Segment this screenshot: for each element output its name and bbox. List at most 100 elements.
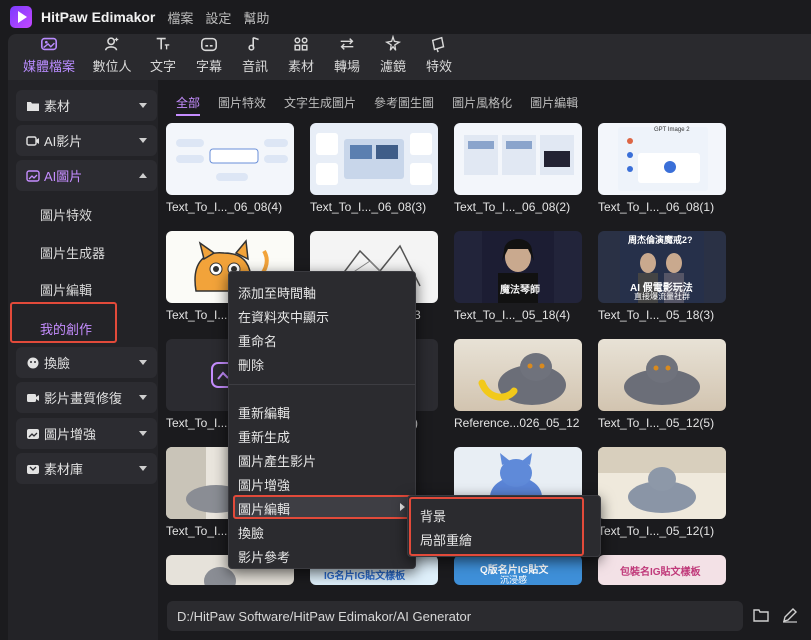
subtitle-icon (201, 37, 217, 52)
menu-file[interactable]: 檔案 (167, 8, 193, 27)
text-icon (156, 37, 170, 50)
highlight-box (409, 497, 584, 556)
thumbnail-caption: Text_To_I..._06_08(1) (598, 200, 715, 214)
infographic-image (464, 135, 574, 175)
infographic-image (316, 133, 432, 185)
menu-delete[interactable]: 刪除 (238, 355, 264, 374)
tool-label: 字幕 (195, 59, 222, 74)
thumbnail[interactable] (454, 339, 582, 411)
tool-filter[interactable]: 濾鏡 (370, 34, 416, 80)
chevron-down-icon (139, 103, 147, 108)
thumbnail-caption: Text_To_I..._06_08(3) (310, 200, 427, 214)
sidebar-item-ai-video[interactable]: AI影片 (16, 125, 157, 156)
output-path-field[interactable]: D:/HitPaw Software/HitPaw Edimakor/AI Ge… (167, 601, 743, 631)
tab-image-effects[interactable]: 圖片特效 (218, 94, 266, 111)
sidebar-item-label: AI影片 (44, 134, 83, 149)
tool-subtitle[interactable]: 字幕 (186, 34, 232, 80)
thumbnail-caption: Text_To_I..._05_12(1) (598, 524, 715, 538)
tab-text-to-image[interactable]: 文字生成圖片 (284, 94, 356, 111)
tab-image-edit[interactable]: 圖片編輯 (530, 94, 578, 111)
sidebar-sub-image-edit[interactable]: 圖片編輯 (40, 280, 92, 299)
sidebar-sub-image-generator[interactable]: 圖片生成器 (40, 243, 105, 262)
tab-all[interactable]: 全部 (176, 94, 201, 116)
sidebar-item-image-enhance[interactable]: 圖片增強 (16, 418, 157, 449)
tool-label: 文字 (149, 59, 176, 74)
folder-open-icon[interactable] (752, 606, 770, 624)
poster-title: 魔法琴師 (500, 285, 540, 296)
folder-icon (27, 101, 39, 111)
menu-settings[interactable]: 設定 (205, 8, 231, 27)
sidebar-item-label: 圖片增強 (44, 427, 97, 442)
tool-media[interactable]: 媒體檔案 (14, 34, 84, 80)
ai-image-icon (26, 169, 40, 182)
image-enhance-icon (27, 428, 39, 439)
tool-label: 媒體檔案 (22, 59, 75, 74)
face-swap-icon (27, 357, 39, 368)
menu-image-edit[interactable]: 圖片編輯 (238, 499, 290, 518)
audio-icon (248, 36, 259, 51)
menu-rename[interactable]: 重命名 (238, 331, 277, 350)
tab-reference-image[interactable]: 參考圖生圖 (374, 94, 434, 111)
edit-pencil-icon[interactable] (781, 606, 799, 624)
highlight-box (10, 302, 117, 343)
sidebar-item-label: 影片畫質修復 (44, 391, 123, 406)
sidebar: 素材 AI影片 AI圖片 圖片特效 圖片生成器 圖片編輯 我的創作 換臉 影片畫… (8, 80, 158, 640)
chevron-right-icon (400, 503, 405, 511)
sidebar-item-label: 素材 (44, 99, 71, 114)
thumbnail[interactable] (598, 447, 726, 519)
tool-assets[interactable]: 素材 (278, 34, 324, 80)
menu-help[interactable]: 幫助 (243, 8, 269, 27)
main-toolbar: 媒體檔案 數位人 文字 字幕 音訊 素材 轉場 濾鏡 特效 (8, 34, 811, 80)
thumbnail[interactable]: Q版名片IG貼文 沉浸感 (454, 555, 582, 585)
menu-regenerate[interactable]: 重新生成 (238, 427, 290, 446)
thumbnail-caption: Text_To_I... (166, 308, 228, 322)
sidebar-item-asset-library[interactable]: 素材庫 (16, 453, 157, 484)
sidebar-item-face-swap[interactable]: 換臉 (16, 347, 157, 378)
tab-image-stylize[interactable]: 圖片風格化 (452, 94, 512, 111)
tool-text[interactable]: 文字 (140, 34, 186, 80)
filter-icon (384, 35, 402, 51)
menu-face-swap[interactable]: 換臉 (238, 523, 264, 542)
menu-show-in-folder[interactable]: 在資料夾中顯示 (238, 307, 329, 326)
sidebar-item-assets[interactable]: 素材 (16, 90, 157, 121)
thumbnail[interactable]: GPT Image 2 (598, 123, 726, 195)
ai-video-icon (26, 135, 39, 146)
thumbnail[interactable]: 周杰倫演魔戒2? AI 假電影玩法 直接爆流量社群 (598, 231, 726, 303)
tool-label: 素材 (287, 59, 314, 74)
menu-video-reference[interactable]: 影片參考 (238, 547, 290, 566)
media-icon (40, 37, 58, 51)
chevron-down-icon (139, 360, 147, 365)
tool-label: 特效 (425, 59, 452, 74)
tool-audio[interactable]: 音訊 (232, 34, 278, 80)
title-bar: HitPaw Edimakor 檔案 設定 幫助 (0, 0, 811, 34)
assets-icon (294, 37, 308, 51)
chevron-up-icon (139, 173, 147, 178)
poster-title: 周杰倫演魔戒2? (628, 235, 693, 245)
sidebar-item-label: 素材庫 (44, 462, 84, 477)
menu-image-enhance[interactable]: 圖片增強 (238, 475, 290, 494)
library-icon (27, 464, 39, 474)
menu-image-to-video[interactable]: 圖片產生影片 (238, 451, 316, 470)
menu-re-edit[interactable]: 重新編輯 (238, 403, 290, 422)
sidebar-item-video-repair[interactable]: 影片畫質修復 (16, 382, 157, 413)
sidebar-item-ai-image[interactable]: AI圖片 (16, 160, 157, 191)
output-path-text: D:/HitPaw Software/HitPaw Edimakor/AI Ge… (177, 608, 472, 624)
category-tabs: 全部 圖片特效 文字生成圖片 參考圖生圖 圖片風格化 圖片編輯 (158, 94, 578, 116)
tool-avatar[interactable]: 數位人 (84, 34, 140, 80)
tool-transition[interactable]: 轉場 (324, 34, 370, 80)
thumbnail[interactable] (166, 123, 294, 195)
menu-add-to-timeline[interactable]: 添加至時間軸 (238, 283, 316, 302)
chevron-down-icon (139, 138, 147, 143)
thumbnail[interactable] (598, 339, 726, 411)
app-title: HitPaw Edimakor (41, 9, 156, 25)
thumbnail[interactable]: 包裝名IG貼文樣板 (598, 555, 726, 585)
tool-effects[interactable]: 特效 (416, 34, 462, 80)
thumbnail[interactable] (310, 123, 438, 195)
thumbnail[interactable]: 魔法琴師 (454, 231, 582, 303)
tool-label: 音訊 (241, 59, 268, 74)
sidebar-sub-image-effects[interactable]: 圖片特效 (40, 205, 92, 224)
avatar-icon (104, 37, 119, 51)
thumbnail-caption: Text_To_I..._05_18(4) (454, 308, 571, 322)
thumbnail[interactable] (454, 123, 582, 195)
thumbnail-caption: Text_To_I..._05_12(5) (598, 416, 715, 430)
